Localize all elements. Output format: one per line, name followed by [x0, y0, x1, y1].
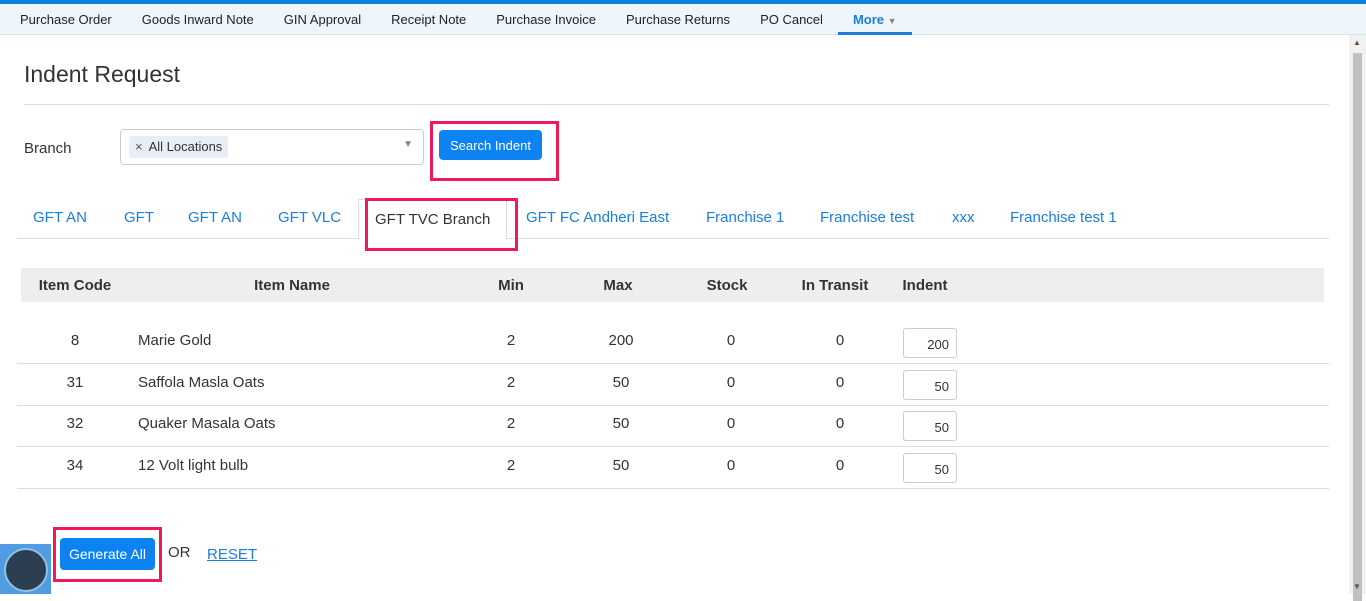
nav-more-label: More [852, 12, 884, 27]
cell-item-name: 12 Volt light bulb [138, 457, 249, 474]
tab-gft-fc-andheri-east[interactable]: GFT FC Andheri East [526, 209, 669, 226]
scrollbar-thumb[interactable] [1353, 53, 1362, 601]
cell-item-code: 32 [66, 415, 84, 432]
branch-chip-label: All Locations [148, 139, 223, 154]
cell-min: 2 [506, 374, 516, 391]
col-item-code: Item Code [38, 277, 112, 294]
branch-select[interactable]: × All Locations ▼ [120, 129, 424, 165]
tab-gft-vlc[interactable]: GFT VLC [278, 209, 341, 226]
tab-xxx[interactable]: xxx [952, 209, 975, 226]
reset-link[interactable]: RESET [207, 546, 257, 563]
cell-item-name: Quaker Masala Oats [138, 415, 276, 432]
cell-max: 50 [612, 457, 630, 474]
nav-receipt-note[interactable]: Receipt Note [376, 4, 481, 35]
cell-stock: 0 [726, 332, 736, 349]
nav-po-cancel[interactable]: PO Cancel [745, 4, 838, 35]
page-title: Indent Request [24, 61, 181, 87]
col-max: Max [603, 277, 633, 294]
col-in-transit: In Transit [801, 277, 869, 294]
table-header: Item Code Item Name Min Max Stock In Tra… [21, 268, 1324, 302]
cell-max: 50 [612, 374, 630, 391]
indent-input[interactable]: 50 [903, 411, 957, 441]
nav-purchase-returns[interactable]: Purchase Returns [611, 4, 745, 35]
or-text: OR [168, 544, 191, 561]
cell-min: 2 [506, 457, 516, 474]
highlight-box [365, 198, 518, 251]
cell-in-transit: 0 [835, 374, 845, 391]
table-row: 31 Saffola Masla Oats 2 50 0 0 50 [17, 364, 1329, 406]
nav-gin-approval[interactable]: GIN Approval [269, 4, 376, 35]
scroll-up-icon[interactable]: ▲ [1353, 38, 1361, 47]
col-stock: Stock [706, 277, 748, 294]
table-row: 34 12 Volt light bulb 2 50 0 0 50 [17, 447, 1329, 489]
support-avatar-icon[interactable] [0, 544, 51, 594]
tab-gft[interactable]: GFT [124, 209, 154, 226]
search-indent-button[interactable]: Search Indent [439, 130, 542, 160]
cell-max: 200 [608, 332, 634, 349]
indent-input[interactable]: 200 [903, 328, 957, 358]
nav-more[interactable]: More ▼ [837, 4, 912, 35]
cell-item-code: 31 [66, 374, 84, 391]
scroll-down-icon[interactable]: ▼ [1353, 582, 1361, 591]
cell-stock: 0 [726, 457, 736, 474]
divider [24, 104, 1329, 105]
top-nav: Purchase Order Goods Inward Note GIN App… [0, 4, 1366, 35]
cell-in-transit: 0 [835, 332, 845, 349]
col-indent: Indent [902, 277, 948, 294]
tab-gft-an-2[interactable]: GFT AN [188, 209, 242, 226]
nav-purchase-invoice[interactable]: Purchase Invoice [481, 4, 611, 35]
cell-stock: 0 [726, 374, 736, 391]
cell-stock: 0 [726, 415, 736, 432]
scrollbar[interactable]: ▲ ▼ [1349, 35, 1366, 601]
cell-min: 2 [506, 415, 516, 432]
nav-goods-inward-note[interactable]: Goods Inward Note [127, 4, 269, 35]
tab-franchise-1[interactable]: Franchise 1 [706, 209, 784, 226]
caret-down-icon: ▼ [887, 16, 897, 26]
indent-input[interactable]: 50 [903, 453, 957, 483]
chevron-down-icon[interactable]: ▼ [403, 139, 413, 150]
indent-input[interactable]: 50 [903, 370, 957, 400]
cell-item-name: Marie Gold [138, 332, 212, 349]
cell-item-code: 8 [70, 332, 80, 349]
cell-in-transit: 0 [835, 457, 845, 474]
cell-in-transit: 0 [835, 415, 845, 432]
branch-label: Branch [24, 140, 72, 157]
nav-purchase-order[interactable]: Purchase Order [5, 4, 127, 35]
table-row: 8 Marie Gold 2 200 0 0 200 [17, 322, 1329, 364]
col-min: Min [498, 277, 524, 294]
cell-item-code: 34 [66, 457, 84, 474]
remove-chip-icon[interactable]: × [135, 139, 143, 154]
tab-franchise-test[interactable]: Franchise test [820, 209, 914, 226]
generate-all-button[interactable]: Generate All [60, 538, 155, 570]
tab-gft-an[interactable]: GFT AN [33, 209, 87, 226]
col-item-name: Item Name [254, 277, 330, 294]
cell-min: 2 [506, 332, 516, 349]
table-row: 32 Quaker Masala Oats 2 50 0 0 50 [17, 405, 1329, 447]
tab-franchise-test-1[interactable]: Franchise test 1 [1010, 209, 1117, 226]
cell-item-name: Saffola Masla Oats [138, 374, 265, 391]
branch-chip: × All Locations [129, 136, 229, 158]
cell-max: 50 [612, 415, 630, 432]
branch-tabs: GFT AN GFT GFT AN GFT VLC GFT TVC Branch… [17, 199, 1329, 240]
